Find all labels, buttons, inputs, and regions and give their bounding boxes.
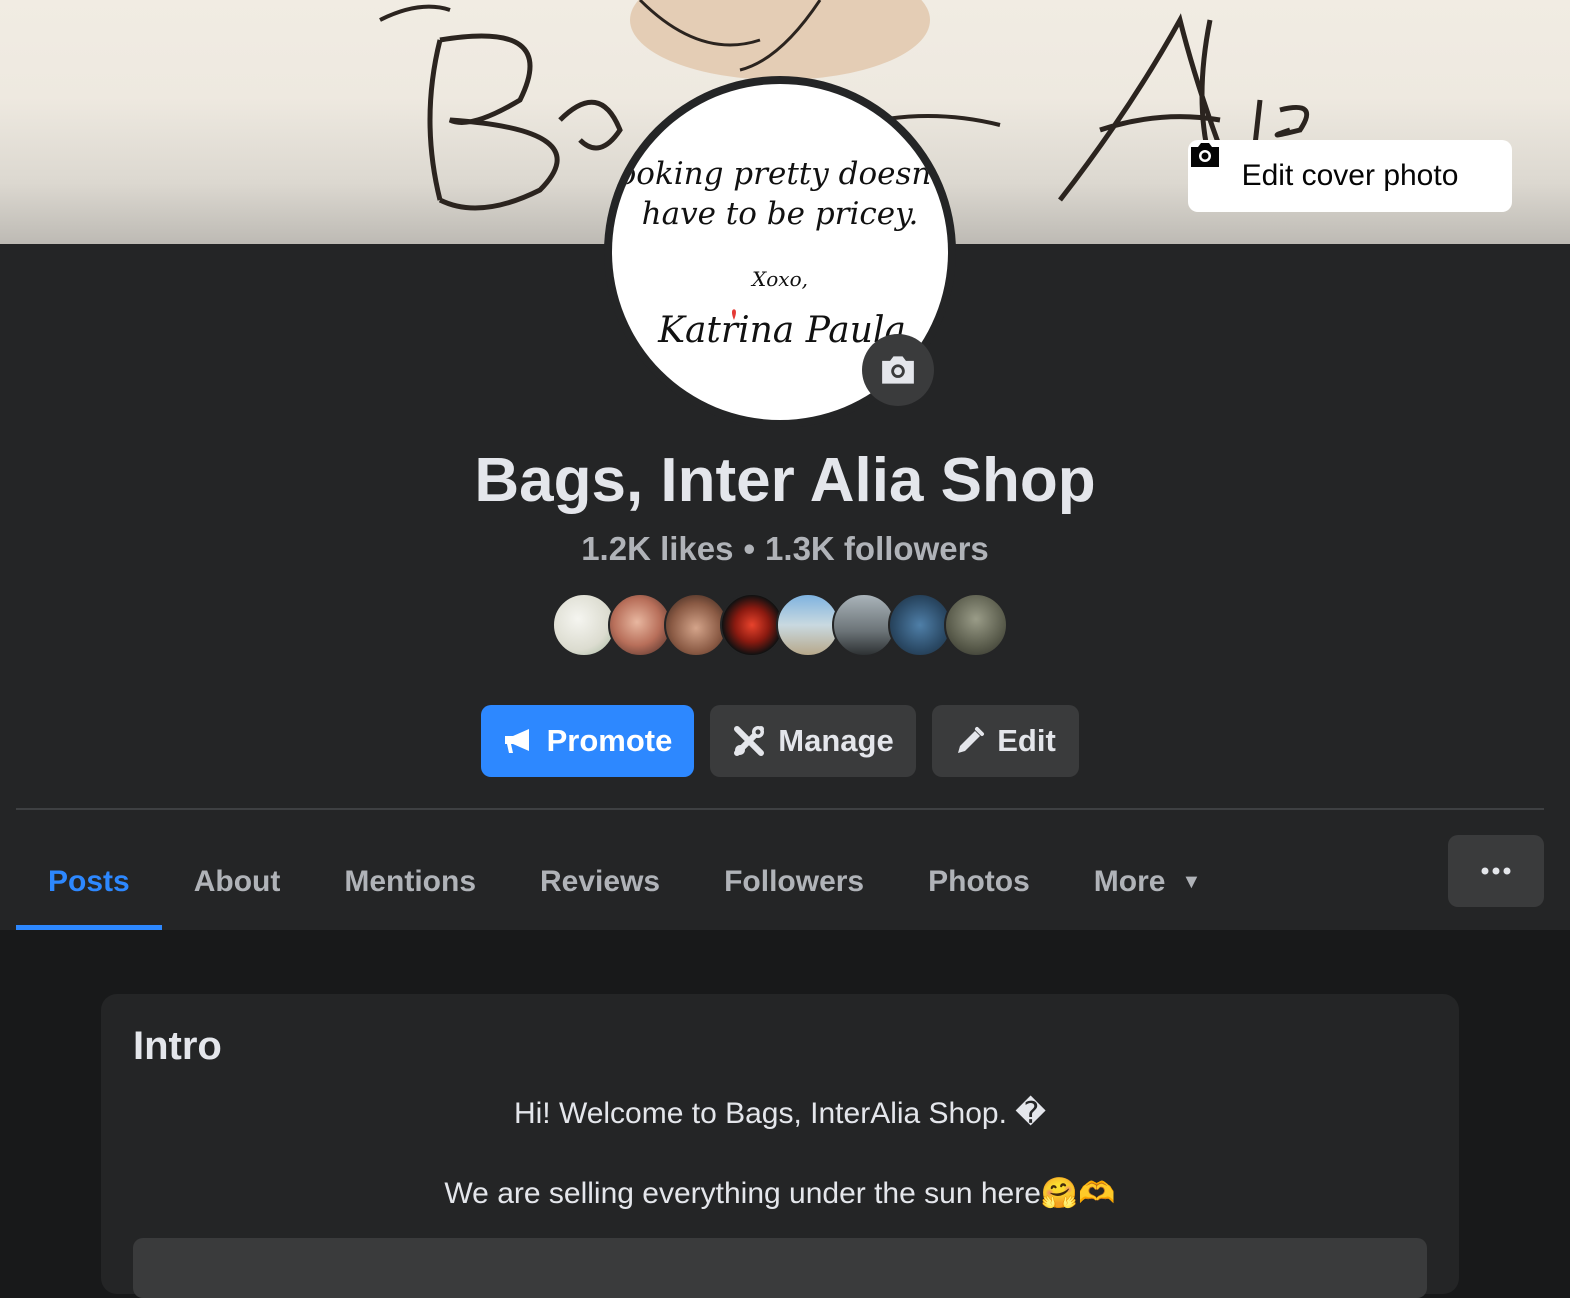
intro-bio-line1: Hi! Welcome to Bags, InterAlia Shop. � [513,1097,1047,1130]
tab-reviews[interactable]: Reviews [508,834,692,930]
promote-button[interactable]: Promote [481,705,694,777]
likes-count[interactable]: 1.2K likes [581,530,733,567]
manage-label: Manage [778,723,894,758]
follower-avatar[interactable] [608,593,672,657]
page-tabs: Posts About Mentions Reviews Followers P… [16,834,1233,930]
follower-avatar[interactable] [832,593,896,657]
follower-avatars[interactable] [552,593,1008,657]
intro-title: Intro [133,1024,222,1068]
followers-count[interactable]: 1.3K followers [765,530,989,567]
header-divider [16,808,1544,810]
tab-followers[interactable]: Followers [692,834,896,930]
camera-icon [882,356,914,384]
stats-separator: • [743,530,756,567]
tab-more[interactable]: More ▼ [1062,834,1233,930]
edit-button[interactable]: Edit [932,705,1079,777]
intro-bio-line2: We are selling everything under the sun … [444,1177,1116,1210]
manage-button[interactable]: Manage [710,705,916,777]
pencil-icon [958,727,985,753]
tab-label: More [1093,865,1166,898]
tab-label: About [193,865,281,898]
tab-label: Reviews [540,865,661,898]
page-stats: 1.2K likes • 1.3K followers [0,530,1570,568]
follower-avatar[interactable] [720,593,784,657]
page-title: Bags, Inter Alia Shop [474,446,1096,515]
tools-icon [734,726,765,756]
follower-avatar[interactable] [664,593,728,657]
tab-mentions[interactable]: Mentions [312,834,508,930]
tab-label: Mentions [344,865,477,898]
follower-avatar[interactable] [776,593,840,657]
avatar-text-line2: have to be pricey. [642,196,919,232]
edit-cover-photo-button[interactable]: Edit cover photo [1188,140,1512,212]
avatar-text-line3: Xoxo, [750,267,808,291]
update-profile-picture-button[interactable] [862,334,934,406]
promote-label: Promote [546,723,673,758]
caret-down-icon: ▼ [1181,870,1202,893]
megaphone-icon [504,729,529,753]
tab-photos[interactable]: Photos [896,834,1062,930]
tab-label: Posts [48,865,130,898]
tab-label: Followers [724,865,865,898]
follower-avatar[interactable] [944,593,1008,657]
follower-avatar[interactable] [552,593,616,657]
intro-card: Intro Hi! Welcome to Bags, InterAlia Sho… [101,994,1459,1298]
avatar-text-line4: Katrina Paula [657,310,906,351]
tab-label: Photos [928,865,1030,898]
intro-edit-bio-button[interactable] [133,1238,1427,1298]
edit-label: Edit [997,723,1056,758]
avatar-text-line1: looking pretty doesn't [612,156,948,192]
camera-icon [1191,143,1219,167]
more-options-button[interactable] [1448,835,1544,907]
tab-about[interactable]: About [162,834,313,930]
follower-avatar[interactable] [888,593,952,657]
ellipsis-icon [1481,867,1511,875]
edit-cover-photo-label: Edit cover photo [1241,159,1459,192]
tab-posts[interactable]: Posts [16,834,162,930]
